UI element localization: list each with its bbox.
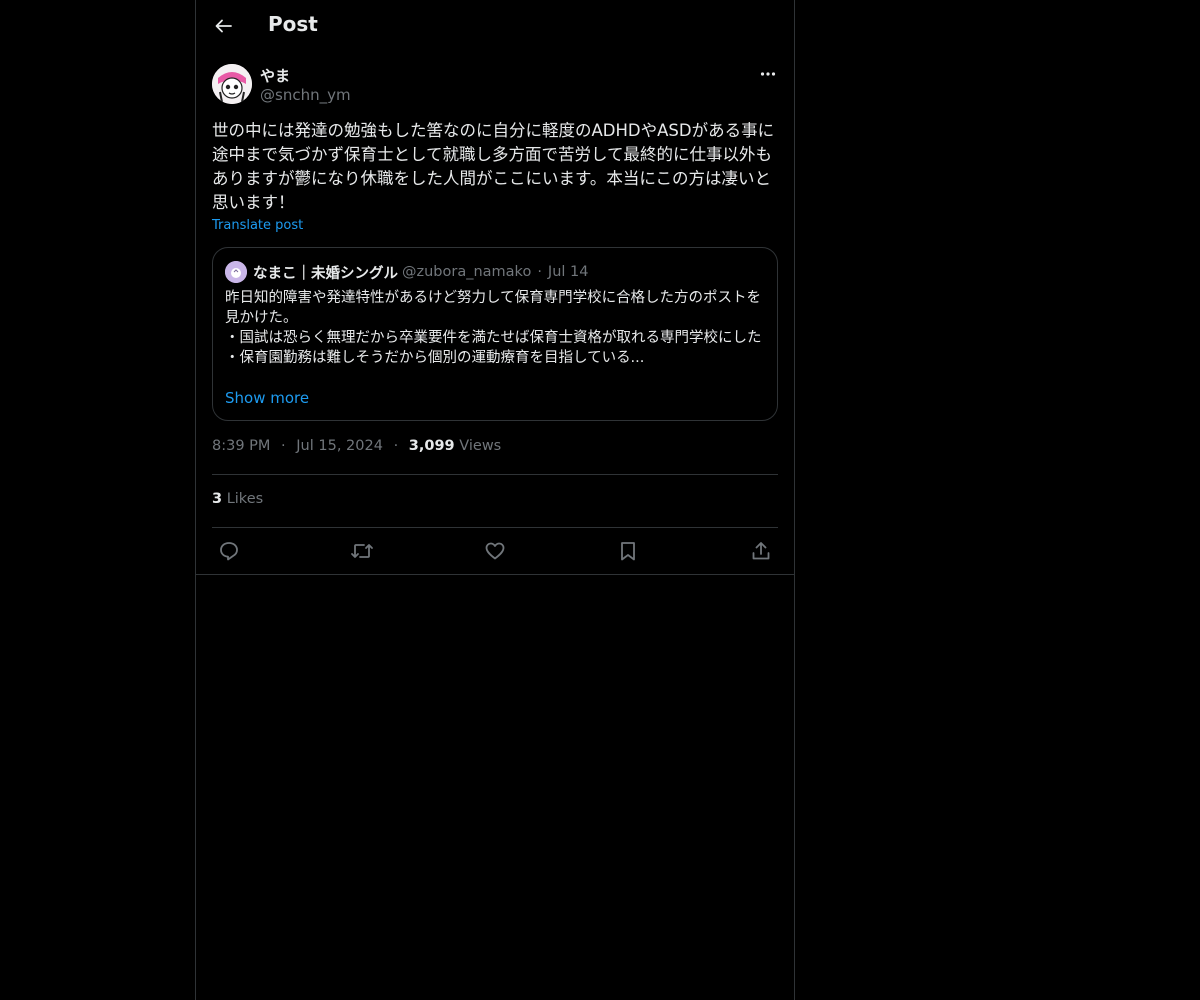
quoted-post[interactable]: なまこ｜未婚シングル @zubora_namako · Jul 14 昨日知的障… <box>212 247 778 421</box>
divider <box>196 574 794 575</box>
author-name[interactable]: やま <box>260 65 290 86</box>
arrow-left-icon <box>215 19 232 33</box>
quoted-author-handle: @zubora_namako <box>402 264 532 280</box>
show-more-link[interactable]: Show more <box>225 389 309 407</box>
like-icon <box>485 542 505 560</box>
repost-button[interactable] <box>345 534 379 568</box>
separator-dot: · <box>281 438 286 454</box>
more-options-button[interactable] <box>758 64 778 84</box>
separator-dot: · <box>537 264 542 280</box>
top-bar: Post <box>196 0 794 53</box>
repost-icon <box>351 544 373 558</box>
more-horizontal-icon <box>760 72 776 76</box>
quoted-post-text: 昨日知的障害や発達特性があるけど努力して保育専門学校に合格した方のポストを見かけ… <box>225 290 762 366</box>
reply-icon <box>220 542 238 561</box>
post-meta: 8:39 PM · Jul 15, 2024 · 3,099 Views <box>212 438 501 454</box>
post-date[interactable]: Jul 15, 2024 <box>296 438 383 454</box>
action-bar <box>212 528 778 574</box>
share-icon <box>752 542 770 560</box>
bookmark-icon <box>621 542 635 561</box>
divider <box>212 474 778 475</box>
likes-count: 3 <box>212 491 223 507</box>
like-button[interactable] <box>478 534 512 568</box>
post-column: Post やま @snchn_ym 世の中には発達の勉強もした筈なのに自分に軽度… <box>195 0 795 1000</box>
author-handle[interactable]: @snchn_ym <box>260 86 351 104</box>
quoted-author-name: なまこ｜未婚シングル <box>253 265 398 282</box>
likes-link[interactable]: 3 Likes <box>212 491 263 507</box>
reply-button[interactable] <box>212 534 246 568</box>
author-row: やま @snchn_ym <box>212 64 778 108</box>
quoted-date: Jul 14 <box>547 264 589 280</box>
page-title: Post <box>268 12 318 36</box>
bookmark-button[interactable] <box>611 534 645 568</box>
likes-label: Likes <box>226 491 264 507</box>
post-text: 世の中には発達の勉強もした筈なのに自分に軽度のADHDやASDがある事に途中まで… <box>212 121 775 212</box>
views-count: 3,099 <box>408 438 455 454</box>
translate-post-link[interactable]: Translate post <box>212 218 303 233</box>
quoted-post-header: なまこ｜未婚シングル @zubora_namako · Jul 14 <box>225 260 588 284</box>
quoted-avatar <box>225 261 247 283</box>
separator-dot: · <box>393 438 399 454</box>
post-time[interactable]: 8:39 PM <box>212 438 270 454</box>
avatar[interactable] <box>212 64 252 104</box>
share-button[interactable] <box>744 534 778 568</box>
views-label: Views <box>459 438 502 454</box>
back-button[interactable] <box>212 14 236 38</box>
avatar-image <box>212 64 252 104</box>
